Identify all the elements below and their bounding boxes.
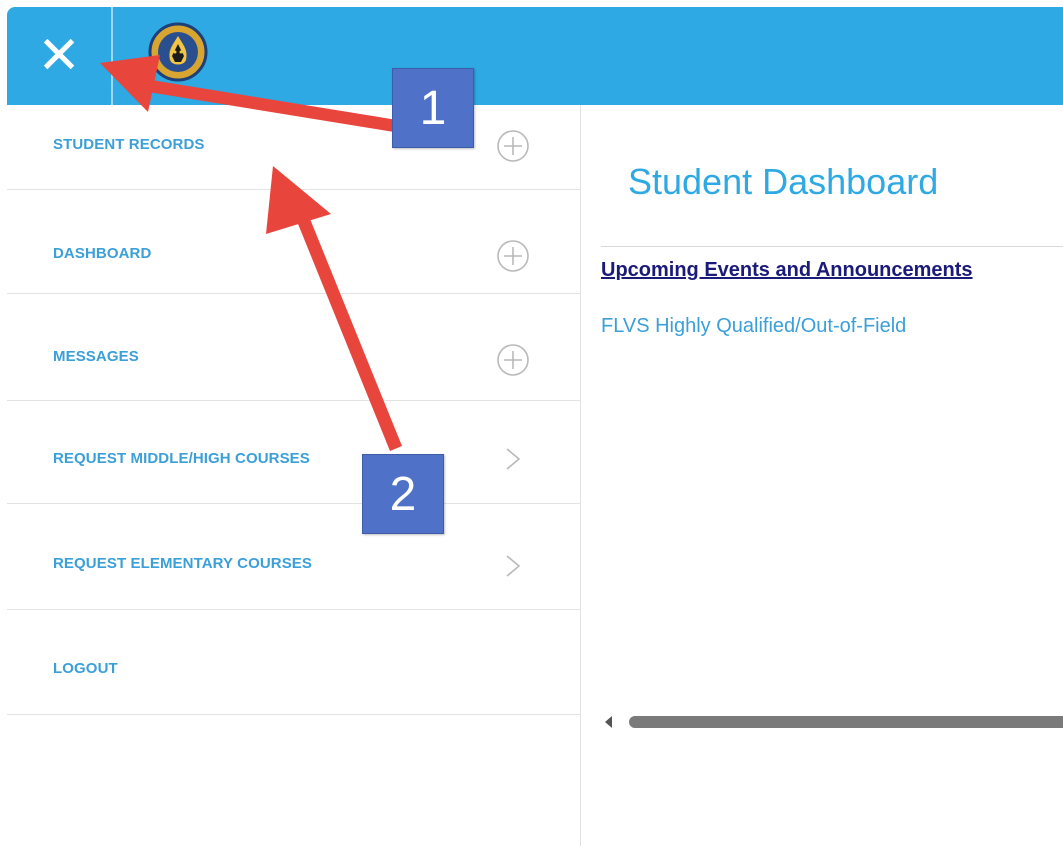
page: ✕ STUDENT RECORDS DASHBOARD MESSAGES REQ… <box>0 0 1063 846</box>
sidebar-item-messages[interactable]: MESSAGES <box>7 294 580 401</box>
close-menu-button[interactable]: ✕ <box>7 7 111 105</box>
horizontal-scrollbar[interactable] <box>601 711 1063 735</box>
sidebar-item-request-middle-high-courses[interactable]: REQUEST MIDDLE/HIGH COURSES <box>7 401 580 504</box>
main-content: Student Dashboard Upcoming Events and An… <box>581 105 1063 846</box>
annotation-badge-1: 1 <box>392 68 474 148</box>
school-seal-logo <box>148 22 208 82</box>
top-bar: ✕ <box>7 7 1063 105</box>
page-title: Student Dashboard <box>628 161 939 202</box>
sidebar-item-logout[interactable]: LOGOUT <box>7 610 580 715</box>
sidebar-item-student-records[interactable]: STUDENT RECORDS <box>7 105 580 190</box>
plus-circle-icon[interactable] <box>495 238 531 274</box>
scroll-left-icon[interactable] <box>605 716 612 728</box>
close-icon: ✕ <box>37 26 81 86</box>
scrollbar-thumb[interactable] <box>629 716 1063 728</box>
sidebar-item-label: MESSAGES <box>53 348 139 365</box>
sidebar-item-dashboard[interactable]: DASHBOARD <box>7 190 580 294</box>
chevron-right-icon[interactable] <box>495 548 531 584</box>
upcoming-events-link[interactable]: Upcoming Events and Announcements <box>601 259 973 282</box>
sidebar-item-label: DASHBOARD <box>53 245 152 262</box>
sidebar-item-label: REQUEST MIDDLE/HIGH COURSES <box>53 450 310 467</box>
topbar-divider <box>111 7 113 105</box>
flvs-highly-qualified-link[interactable]: FLVS Highly Qualified/Out-of-Field <box>601 315 906 338</box>
sidebar-item-label: LOGOUT <box>53 660 118 677</box>
plus-circle-icon[interactable] <box>495 342 531 378</box>
plus-circle-icon[interactable] <box>495 128 531 164</box>
sidebar-item-request-elementary-courses[interactable]: REQUEST ELEMENTARY COURSES <box>7 504 580 610</box>
side-menu: STUDENT RECORDS DASHBOARD MESSAGES REQUE… <box>7 105 581 846</box>
sidebar-item-label: STUDENT RECORDS <box>53 136 205 153</box>
annotation-badge-2: 2 <box>362 454 444 534</box>
title-divider <box>601 246 1063 247</box>
sidebar-item-label: REQUEST ELEMENTARY COURSES <box>53 555 313 572</box>
chevron-right-icon[interactable] <box>495 441 531 477</box>
